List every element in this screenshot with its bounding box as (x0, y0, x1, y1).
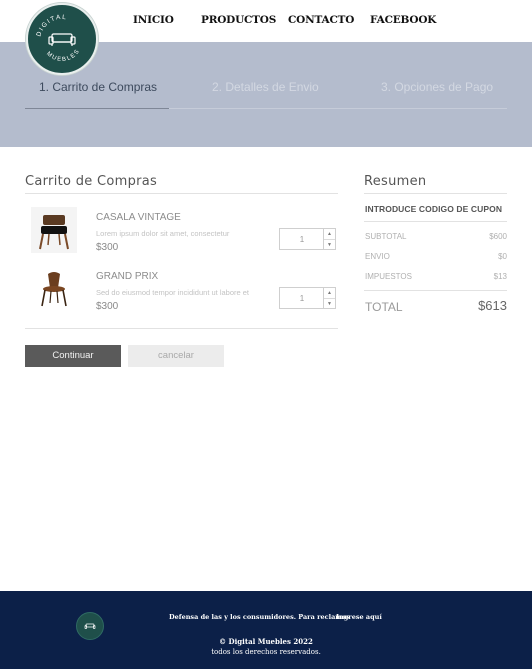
continue-button[interactable]: Continuar (25, 345, 121, 367)
summary-title: Resumen (364, 174, 427, 189)
quantity-stepper[interactable]: ▲ ▼ (279, 228, 336, 250)
summary-title-divider (364, 193, 507, 194)
sofa-icon (48, 33, 76, 46)
item-price: $300 (96, 301, 119, 312)
casala-vintage-chair-image (31, 207, 77, 253)
quantity-input[interactable] (280, 229, 324, 249)
quantity-spinner: ▲ ▼ (323, 229, 335, 249)
cart-title-divider (25, 193, 338, 194)
footer-logo (76, 612, 104, 640)
shipping-label: ENVIO (365, 252, 390, 261)
consumer-defense-text: Defensa de las y los consumidores. Para … (169, 613, 351, 621)
item-price: $300 (96, 242, 119, 253)
item-description: Sed do eiusmod tempor incididunt ut labo… (96, 288, 250, 297)
increment-button[interactable]: ▲ (324, 229, 335, 239)
total-value: $613 (478, 298, 507, 313)
item-description: Lorem ipsum dolor sit amet, consectetur (96, 229, 230, 238)
quantity-spinner: ▲ ▼ (323, 288, 335, 308)
subtotal-label: SUBTOTAL (365, 232, 407, 241)
quantity-stepper[interactable]: ▲ ▼ (279, 287, 336, 309)
copyright-text: © Digital Muebles 2022 (219, 637, 313, 646)
step-divider-line (169, 108, 507, 109)
nav-item-inicio[interactable]: INICIO (133, 14, 174, 26)
active-step-underline (25, 108, 169, 109)
step-payment[interactable]: 3. Opciones de Pago (381, 80, 493, 94)
coupon-code-link[interactable]: INTRODUCE CODIGO DE CUPON (365, 204, 502, 214)
item-name: GRAND PRIX (96, 271, 159, 282)
subtotal-value: $600 (489, 232, 507, 241)
consumer-claims-link[interactable]: Ingrese aquí (336, 613, 382, 621)
brand-logo[interactable]: DIGITAL MUEBLES (26, 3, 98, 75)
decrement-button[interactable]: ▼ (324, 298, 335, 308)
cancel-button[interactable]: cancelar (128, 345, 224, 367)
increment-button[interactable]: ▲ (324, 288, 335, 298)
nav-item-facebook[interactable]: FACEBOOK (370, 14, 436, 26)
footer: Defensa de las y los consumidores. Para … (0, 591, 532, 669)
cart-title: Carrito de Compras (25, 174, 158, 189)
step-shipping[interactable]: 2. Detalles de Envio (212, 80, 319, 94)
rights-text: todos los derechos reservados. (211, 648, 321, 656)
svg-text:MUEBLES: MUEBLES (45, 48, 81, 63)
taxes-label: IMPUESTOS (365, 272, 412, 281)
logo-text-bottom: MUEBLES (45, 48, 80, 63)
shipping-value: $0 (498, 252, 507, 261)
nav-item-productos[interactable]: PRODUCTOS (201, 14, 276, 26)
decrement-button[interactable]: ▼ (324, 239, 335, 249)
logo-graphic: DIGITAL MUEBLES (35, 14, 81, 63)
cart-items-divider (25, 328, 338, 329)
item-name: CASALA VINTAGE (96, 212, 181, 223)
step-cart[interactable]: 1. Carrito de Compras (39, 80, 157, 94)
grand-prix-chair-image (31, 266, 77, 312)
coupon-divider (364, 221, 507, 222)
total-divider (364, 290, 507, 291)
quantity-input[interactable] (280, 288, 324, 308)
total-label: TOTAL (365, 300, 403, 314)
taxes-value: $13 (493, 272, 507, 281)
nav-item-contacto[interactable]: CONTACTO (288, 14, 354, 26)
sofa-icon (84, 623, 96, 629)
